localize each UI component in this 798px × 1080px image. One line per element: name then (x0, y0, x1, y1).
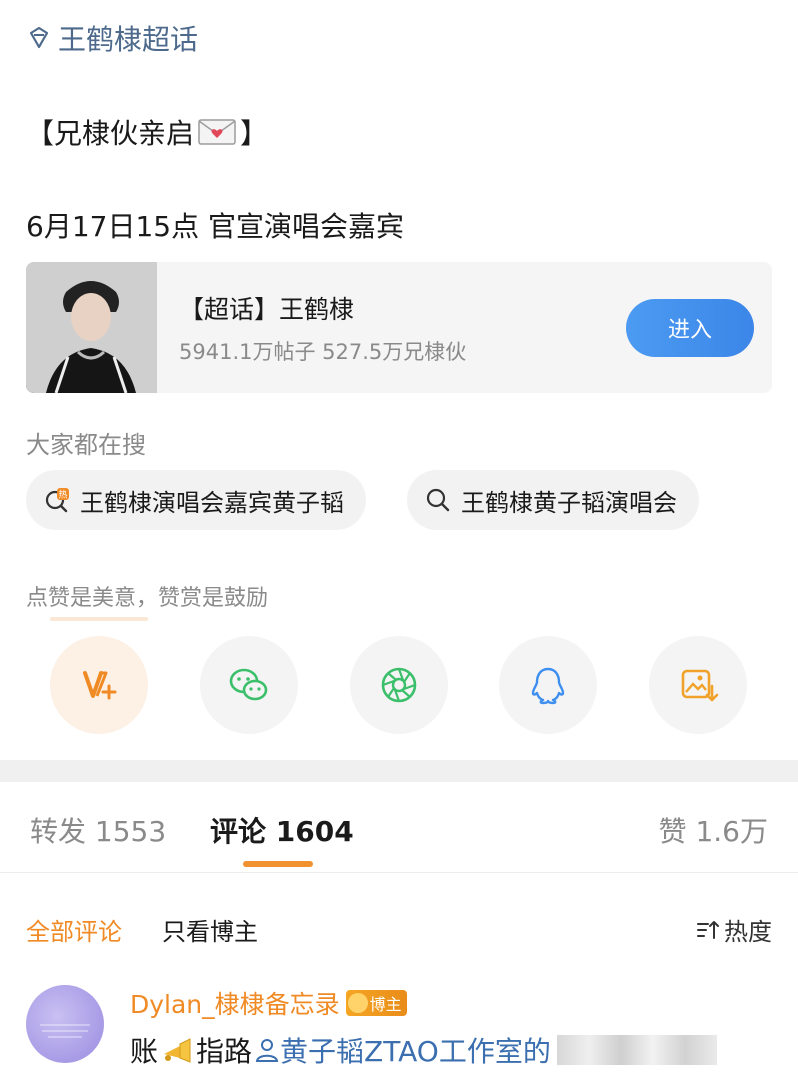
reward-title: 点赞是美意，赞赏是鼓励 (26, 586, 269, 611)
diamond-icon (29, 26, 49, 49)
topic-header[interactable]: 王鹤棣超话 (26, 18, 198, 58)
blurred-text (556, 1035, 717, 1065)
commenter-avatar[interactable] (26, 985, 104, 1063)
comment-text-start: 账 (130, 1035, 159, 1068)
reward-v-icon (83, 671, 117, 700)
comment-text: 账 指路 黄子韬ZTAO工作室的 (130, 1030, 717, 1070)
topic-name: 【超话】王鹤棣 (179, 294, 355, 324)
post-title-suffix: 】 (240, 117, 269, 150)
owner-badge: 博主 (345, 990, 407, 1016)
topic-info: 【超话】王鹤棣 5941.1万帖子 527.5万兄棣伙 (179, 290, 626, 366)
topic-avatar-photo (26, 262, 157, 393)
topic-header-label: 王鹤棣超话 (58, 23, 199, 56)
tab-comment[interactable]: 评论 1604 (210, 810, 354, 850)
mention-link-label: 黄子韬ZTAO工作室的 (280, 1035, 551, 1068)
reward-tab-highlight (50, 617, 148, 621)
moments-icon (381, 667, 417, 703)
wechat-icon (229, 668, 268, 701)
crown-icon (347, 993, 368, 1013)
tab-repost[interactable]: 转发 1553 (30, 810, 166, 850)
active-tab-indicator (243, 861, 313, 867)
sort-icon (697, 920, 719, 939)
comment-text-middle: 指路 (196, 1035, 253, 1068)
trumpet-icon (164, 1038, 191, 1063)
search-chip-2[interactable]: 王鹤棣黄子韬演唱会 (407, 470, 699, 530)
super-topic-card[interactable]: 【超话】王鹤棣 5941.1万帖子 527.5万兄棣伙 进入 (26, 262, 772, 393)
hot-search-icon: 热 (45, 488, 69, 513)
section-divider (0, 760, 798, 782)
qq-icon (531, 667, 565, 705)
sort-label: 热度 (724, 918, 772, 946)
search-section-title: 大家都在搜 (26, 431, 146, 459)
topic-stats: 5941.1万帖子 527.5万兄棣伙 (179, 339, 467, 364)
love-letter-icon (198, 119, 236, 145)
post-title-prefix: 【兄棣伙亲启 (26, 117, 195, 150)
search-chip-1[interactable]: 热 王鹤棣演唱会嘉宾黄子韬 (26, 470, 366, 530)
save-image-icon (681, 669, 719, 702)
reward-button[interactable] (50, 636, 148, 734)
mention-link[interactable]: 黄子韬ZTAO工作室的 (254, 1030, 551, 1070)
svg-text:热: 热 (58, 489, 67, 501)
share-qq-button[interactable] (499, 636, 597, 734)
commenter-username: Dylan_棣棣备忘录 (130, 990, 340, 1019)
enter-button[interactable]: 进入 (626, 298, 754, 357)
post-text: 6月17日15点 官宣演唱会嘉宾 (26, 210, 404, 243)
share-wechat-button[interactable] (200, 636, 298, 734)
share-moments-button[interactable] (350, 636, 448, 734)
search-chip-label: 王鹤棣黄子韬演唱会 (461, 488, 677, 517)
search-icon (426, 488, 450, 512)
owner-badge-label: 博主 (369, 995, 402, 1014)
post-title: 【兄棣伙亲启 】 (26, 112, 268, 152)
save-image-button[interactable] (649, 636, 747, 734)
sort-by-hot-button[interactable]: 热度 (696, 912, 772, 947)
person-icon (255, 1039, 279, 1062)
commenter-name[interactable]: Dylan_棣棣备忘录 博主 (130, 985, 407, 1021)
filter-all-comments[interactable]: 全部评论 (26, 912, 122, 947)
search-chip-label: 王鹤棣演唱会嘉宾黄子韬 (80, 488, 344, 517)
filter-owner-only[interactable]: 只看博主 (162, 912, 258, 947)
tab-divider (0, 872, 798, 873)
tab-like[interactable]: 赞 1.6万 (659, 810, 768, 850)
